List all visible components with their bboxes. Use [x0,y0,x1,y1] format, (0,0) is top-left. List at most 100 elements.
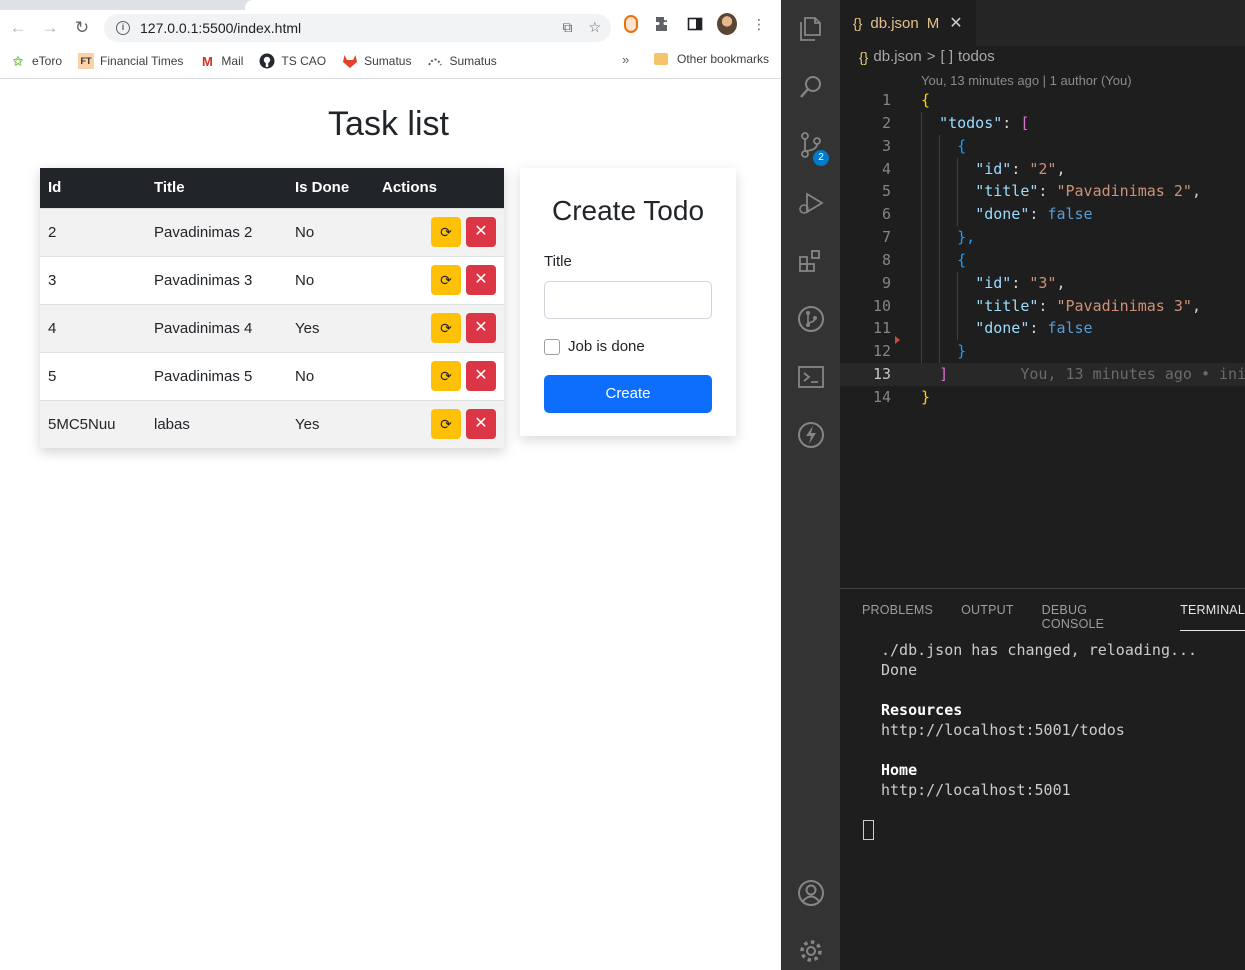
page-title: Task list [328,105,449,143]
done-checkbox[interactable] [544,338,560,355]
edit-button[interactable]: ⟳ [431,313,461,343]
codelens-blame[interactable]: You, 13 minutes ago | 1 author (You) [921,73,1132,88]
browser-menu-icon[interactable]: ⋮ [749,14,769,34]
side-panel-icon[interactable] [685,14,705,34]
etoro-icon: ⚝ [13,55,23,67]
terminal-output[interactable]: ./db.json has changed, reloading... Done … [881,640,1197,800]
terminal-icon[interactable] [781,354,840,400]
cell-id: 3 [48,271,57,289]
extensions-icon[interactable] [781,238,840,284]
tab-db-json[interactable]: {} db.json M ✕ [840,0,976,46]
todo-table-card: Id Title Is Done Actions 2 Pavadinimas 2… [40,168,504,448]
code-token: "title" [975,182,1039,201]
tab-problems[interactable]: PROBLEMS [862,603,933,631]
delete-button[interactable]: ✕ [466,313,496,343]
delete-button[interactable]: ✕ [466,409,496,440]
code-line: 9 "id": "3", [840,272,1245,295]
other-bookmarks[interactable]: Other bookmarks [654,52,769,66]
bookmarks-overflow-icon[interactable]: » [622,52,629,67]
explorer-icon[interactable] [781,6,840,52]
accounts-icon[interactable] [781,870,840,916]
line-number: 7 [881,228,891,247]
terminal-line: Done [881,661,918,679]
line-number: 12 [872,342,891,361]
browser-window: ← → ↻ i 127.0.0.1:5500/index.html ⧉ ☆ ⋮ … [0,0,781,970]
code-token: }, [957,228,976,247]
edit-button[interactable]: ⟳ [431,217,461,247]
array-icon: [ ] [940,48,954,65]
inline-blame: You, 13 minutes ago • init [1020,365,1245,384]
delete-button[interactable]: ✕ [466,217,496,247]
cell-id: 4 [48,319,57,337]
extension-pill-icon[interactable] [621,14,641,34]
line-number: 10 [872,296,891,315]
code-editor[interactable]: 1{ 2 "todos": [ 3 { 4 "id": "2", 5 "titl… [840,89,1245,409]
source-control-badge: 2 [813,150,829,166]
folder-icon [654,53,668,65]
bookmarks-bar: ⚝ eToro FT Financial Times M Mail TS CAO… [0,47,781,75]
header-is-done: Is Done [295,179,350,197]
gutter-change-marker [895,336,900,344]
close-tab-icon[interactable]: ✕ [949,13,962,33]
terminal-link[interactable]: http://localhost:5001/todos [881,720,1197,740]
line-number: 5 [881,182,891,201]
done-checkbox-row[interactable]: Job is done [544,338,645,355]
tab-terminal[interactable]: TERMINAL [1180,603,1245,631]
active-tab[interactable] [245,0,781,10]
profile-avatar[interactable] [717,13,737,35]
create-button[interactable]: Create [544,375,712,413]
site-info-icon[interactable]: i [116,21,130,35]
settings-gear-icon[interactable] [781,928,840,970]
git-graph-icon[interactable] [781,296,840,342]
delete-button[interactable]: ✕ [466,361,496,391]
code-token: false [1047,319,1093,338]
tab-debug-console[interactable]: DEBUG CONSOLE [1042,603,1153,631]
tab-output[interactable]: OUTPUT [961,603,1014,631]
bookmark-sumatus-gitlab[interactable]: Sumatus [342,53,411,69]
bookmark-mail[interactable]: M Mail [199,53,243,69]
code-token: { [957,250,967,269]
forward-arrow-icon[interactable]: → [36,14,64,42]
code-token: "id" [975,273,1012,292]
search-icon[interactable] [781,64,840,110]
url-text[interactable]: 127.0.0.1:5500/index.html [140,20,301,36]
code-token: ] [939,365,949,384]
title-input[interactable] [544,281,712,319]
code-token: "id" [975,159,1012,178]
code-line: 10 "title": "Pavadinimas 3", [840,295,1245,318]
edit-button[interactable]: ⟳ [431,265,461,295]
github-icon [259,53,275,69]
code-line: 6 "done": false [840,203,1245,226]
back-arrow-icon[interactable]: ← [4,14,32,42]
bookmark-etoro[interactable]: ⚝ eToro [10,53,62,69]
source-control-icon[interactable] [781,122,840,168]
cell-title: Pavadinimas 2 [154,223,253,241]
done-checkbox-label[interactable]: Job is done [568,338,645,355]
code-token: "Pavadinimas 2" [1056,182,1192,201]
delete-button[interactable]: ✕ [466,265,496,295]
share-icon[interactable]: ⧉ [562,19,572,36]
terminal-link[interactable]: http://localhost:5001 [881,780,1197,800]
bookmark-sumatus[interactable]: Sumatus [427,53,497,69]
thunder-icon[interactable] [781,412,840,458]
breadcrumb-node[interactable]: todos [958,48,995,65]
extensions-puzzle-icon[interactable] [653,14,673,34]
reload-icon[interactable]: ↻ [68,14,96,42]
bookmark-financial-times[interactable]: FT Financial Times [78,53,183,69]
code-token: "done" [975,205,1030,224]
line-number: 13 [872,365,891,384]
bookmark-ts-cao[interactable]: TS CAO [259,53,326,69]
code-token: : [1038,182,1057,201]
edit-button[interactable]: ⟳ [431,361,461,391]
edit-button[interactable]: ⟳ [431,409,461,440]
cell-done: Yes [295,415,320,433]
panel-tabs: PROBLEMS OUTPUT DEBUG CONSOLE TERMINAL [862,603,1245,631]
bookmark-star-icon[interactable]: ☆ [588,19,601,36]
run-debug-icon[interactable] [781,180,840,226]
cell-title: Pavadinimas 4 [154,319,253,337]
address-bar[interactable]: i 127.0.0.1:5500/index.html ⧉ ☆ [104,14,611,42]
code-token: , [1056,273,1066,292]
cell-done: No [295,223,315,241]
line-number: 14 [872,387,891,406]
breadcrumb-file[interactable]: db.json [873,48,921,65]
